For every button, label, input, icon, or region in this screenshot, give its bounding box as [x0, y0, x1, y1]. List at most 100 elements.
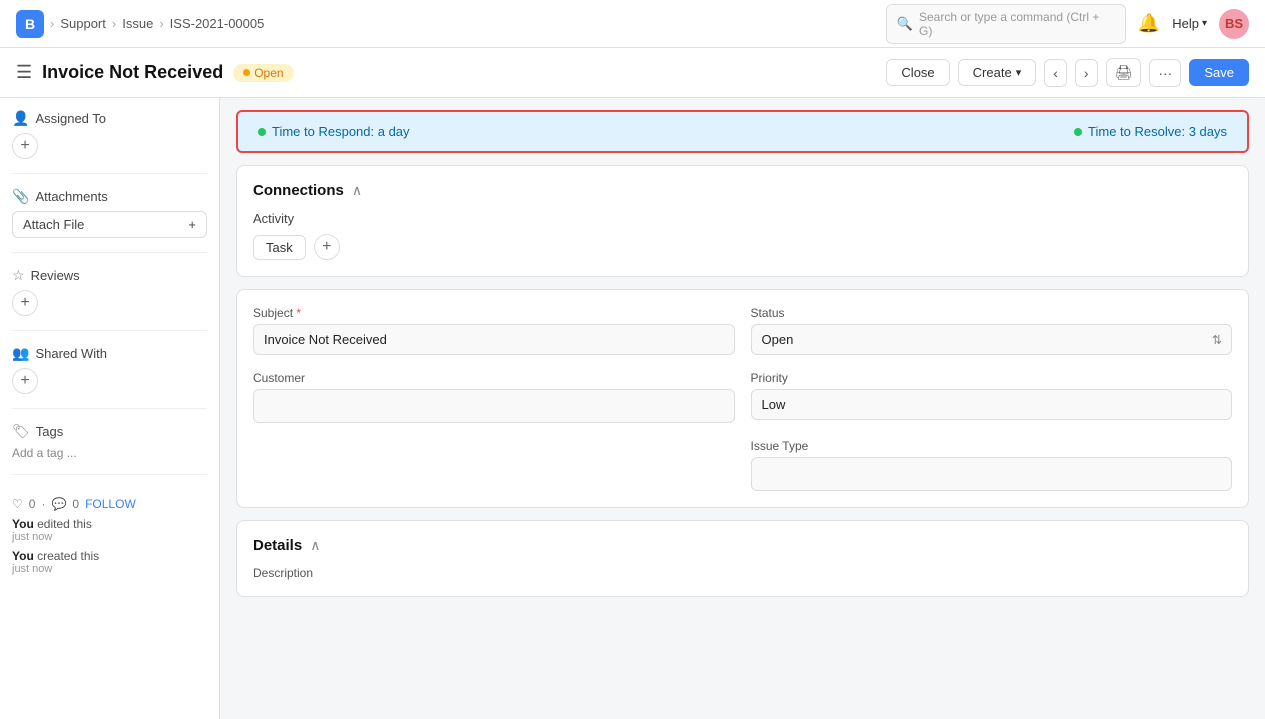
subject-input[interactable] — [253, 324, 735, 355]
connections-header: Connections ∧ — [253, 182, 1232, 199]
prev-button[interactable]: ‹ — [1044, 59, 1067, 87]
page-header: ☰ Invoice Not Received Open Close Create… — [0, 48, 1265, 98]
attachments-section: 📎 Attachments Attach File + — [12, 188, 207, 238]
avatar: BS — [1219, 9, 1249, 39]
sep1: › — [50, 16, 54, 31]
breadcrumb-area: B › Support › Issue › ISS-2021-00005 — [16, 10, 264, 38]
divider-4 — [12, 408, 207, 409]
comments-count: 0 — [72, 497, 79, 511]
details-title-row: Details ∧ — [253, 537, 320, 554]
menu-toggle-button[interactable]: ☰ — [16, 62, 32, 83]
activity-time-1: just now — [12, 531, 207, 543]
more-options-button[interactable]: ··· — [1149, 59, 1181, 87]
sep3: › — [159, 16, 163, 31]
issue-type-input[interactable] — [751, 457, 1233, 491]
reviews-header: ☆ Reviews — [12, 267, 207, 284]
status-dot — [243, 69, 250, 76]
create-label: Create — [973, 65, 1012, 80]
activity-item-2: You created this just now — [12, 549, 207, 575]
tags-section: 🏷 Tags Add a tag ... — [12, 423, 207, 460]
assigned-to-section: 👤 Assigned To + — [12, 110, 207, 159]
activity-action-2: created this — [37, 549, 99, 563]
shared-with-header: 👥 Shared With — [12, 345, 207, 362]
connections-title-row: Connections ∧ — [253, 182, 362, 199]
reviews-section: ☆ Reviews + — [12, 267, 207, 316]
breadcrumb-issue[interactable]: Issue — [122, 16, 153, 31]
sla-respond-item: Time to Respond: a day — [258, 124, 410, 139]
priority-group: Priority — [751, 371, 1233, 423]
save-button[interactable]: Save — [1189, 59, 1249, 86]
details-card: Details ∧ Description — [236, 520, 1249, 597]
notifications-button[interactable]: 🔔 — [1138, 13, 1160, 34]
priority-label: Priority — [751, 371, 1233, 385]
sla-respond-label: Time to Respond: a day — [272, 124, 410, 139]
subject-label: Subject * — [253, 306, 735, 320]
issue-type-group: Issue Type — [751, 439, 1233, 491]
tags-label: Tags — [36, 424, 63, 439]
status-label: Status — [751, 306, 1233, 320]
activity-user-1: You — [12, 517, 34, 531]
sla-banner: Time to Respond: a day Time to Resolve: … — [236, 110, 1249, 153]
add-assignee-button[interactable]: + — [12, 133, 38, 159]
divider-1 — [12, 173, 207, 174]
add-shared-button[interactable]: + — [12, 368, 38, 394]
print-button[interactable]: 🖨 — [1106, 58, 1142, 87]
attach-file-button[interactable]: Attach File + — [12, 211, 207, 238]
status-select[interactable]: Open — [751, 324, 1233, 355]
attach-file-label: Attach File — [23, 217, 84, 232]
create-chevron-icon: ▾ — [1016, 66, 1022, 79]
subject-group: Subject * — [253, 306, 735, 355]
details-header: Details ∧ — [253, 537, 1232, 554]
customer-input[interactable] — [253, 389, 735, 423]
form-grid: Subject * Status Open Customer — [253, 306, 1232, 491]
task-tab-button[interactable]: Task — [253, 235, 306, 260]
person-icon: 👤 — [12, 110, 29, 127]
page-header-left: ☰ Invoice Not Received Open — [16, 62, 294, 83]
search-bar[interactable]: 🔍 Search or type a command (Ctrl + G) — [886, 4, 1126, 44]
divider-3 — [12, 330, 207, 331]
form-card: Subject * Status Open Customer — [236, 289, 1249, 508]
activity-time-2: just now — [12, 563, 207, 575]
follow-button[interactable]: FOLLOW — [85, 497, 136, 511]
dot-separator: · — [41, 497, 45, 511]
attach-plus-icon: + — [188, 217, 196, 232]
reactions-row: ♡ 0 · 💬 0 FOLLOW — [12, 497, 207, 511]
sla-resolve-label: Time to Resolve: 3 days — [1088, 124, 1227, 139]
details-collapse-icon[interactable]: ∧ — [310, 537, 320, 554]
connections-card: Connections ∧ Activity Task + — [236, 165, 1249, 277]
description-label: Description — [253, 566, 1232, 580]
activity-item-1: You edited this just now — [12, 517, 207, 543]
sidebar-footer: ♡ 0 · 💬 0 FOLLOW You edited this just no… — [12, 497, 207, 575]
sla-respond-dot — [258, 128, 266, 136]
top-nav: B › Support › Issue › ISS-2021-00005 🔍 S… — [0, 0, 1265, 48]
close-button[interactable]: Close — [886, 59, 949, 86]
breadcrumb-support[interactable]: Support — [60, 16, 106, 31]
activity-user-2: You — [12, 549, 34, 563]
tag-icon: 🏷 — [12, 423, 30, 440]
activity-action-1: edited this — [37, 517, 92, 531]
paperclip-icon: 📎 — [12, 188, 29, 205]
description-group: Description — [253, 566, 1232, 580]
divider-5 — [12, 474, 207, 475]
breadcrumb-id[interactable]: ISS-2021-00005 — [170, 16, 265, 31]
attachments-header: 📎 Attachments — [12, 188, 207, 205]
heart-icon: ♡ — [12, 497, 23, 511]
connections-collapse-icon[interactable]: ∧ — [352, 182, 362, 199]
create-button[interactable]: Create ▾ — [958, 59, 1037, 86]
assigned-to-header: 👤 Assigned To — [12, 110, 207, 127]
issue-type-label: Issue Type — [751, 439, 1233, 453]
help-button[interactable]: Help ▾ — [1172, 16, 1207, 31]
likes-count: 0 — [29, 497, 36, 511]
reviews-label: Reviews — [31, 268, 80, 283]
sla-resolve-dot — [1074, 128, 1082, 136]
add-review-button[interactable]: + — [12, 290, 38, 316]
status-badge: Open — [233, 64, 293, 82]
search-icon: 🔍 — [897, 16, 913, 32]
add-activity-button[interactable]: + — [314, 234, 340, 260]
next-button[interactable]: › — [1075, 59, 1098, 87]
add-tag-link[interactable]: Add a tag ... — [12, 446, 207, 460]
priority-input[interactable] — [751, 389, 1233, 420]
customer-group: Customer — [253, 371, 735, 423]
sidebar: 👤 Assigned To + 📎 Attachments Attach Fil… — [0, 98, 220, 719]
activity-label: Activity — [253, 211, 1232, 226]
